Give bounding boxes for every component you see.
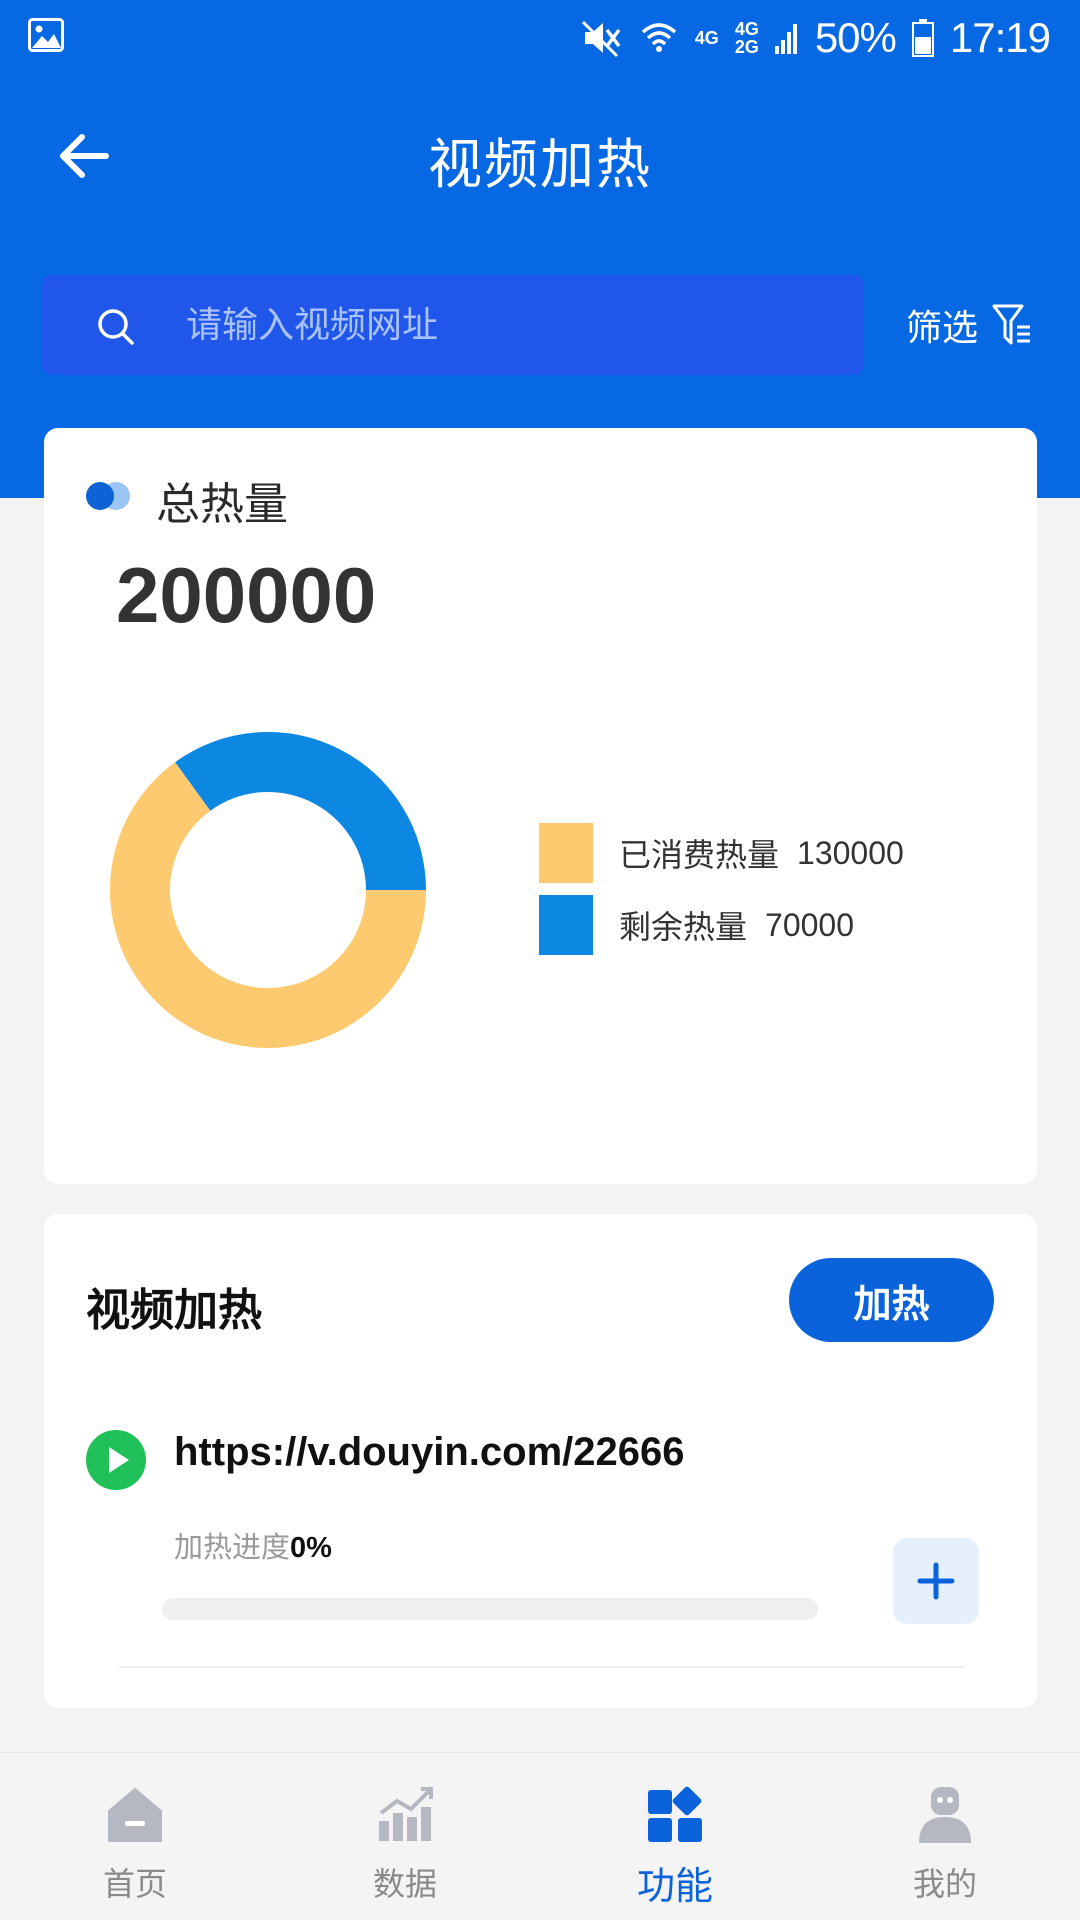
nav-label: 首页	[102, 1865, 167, 1903]
heat-button[interactable]: 加热	[789, 1258, 994, 1342]
heat-donut-chart	[110, 732, 426, 1048]
signal-bars-icon	[774, 18, 799, 58]
home-icon	[108, 1788, 162, 1842]
plus-icon	[917, 1562, 955, 1600]
signal-icon: 4G 2G	[734, 19, 759, 57]
chart-icon	[379, 1787, 433, 1841]
filter-button[interactable]: 筛选	[906, 295, 1032, 355]
legend-value: 130000	[797, 834, 904, 871]
progress-label-text: 加热进度	[174, 1530, 291, 1564]
nav-item-mine[interactable]: 我的	[810, 1753, 1080, 1920]
network-4g-icon: 4G	[694, 28, 719, 48]
nav-item-home[interactable]: 首页	[0, 1753, 270, 1920]
wifi-icon	[639, 18, 679, 58]
legend-item-remaining: 剩余热量 70000	[539, 895, 904, 955]
mute-icon	[579, 18, 623, 58]
status-bar: 4G 4G 2G 50% 17:19	[0, 0, 1080, 76]
divider	[118, 1666, 964, 1668]
video-url[interactable]: https://v.douyin.com/22666	[174, 1430, 685, 1475]
filter-label: 筛选	[906, 308, 979, 349]
search-icon	[98, 309, 134, 345]
battery-percent: 50%	[814, 14, 897, 61]
legend-swatch-consumed	[539, 823, 593, 883]
page-title: 视频加热	[428, 133, 652, 196]
progress-label: 加热进度0%	[174, 1524, 332, 1566]
section-dots-icon	[86, 480, 140, 510]
chart-legend: 已消费热量 130000 剩余热量 70000	[539, 823, 904, 967]
progress-percent: 0%	[290, 1532, 332, 1564]
filter-icon	[992, 304, 1031, 345]
nav-label: 功能	[636, 1864, 713, 1908]
section-title: 视频加热	[86, 1285, 262, 1336]
donut-slice-1	[175, 732, 426, 890]
legend-item-consumed: 已消费热量 130000	[539, 823, 904, 883]
clock: 17:19	[949, 14, 1051, 61]
search-bar[interactable]	[42, 275, 864, 375]
video-heat-card: 视频加热 加热 https://v.douyin.com/22666 加热进度0…	[44, 1214, 1037, 1708]
total-heat-card: 总热量 200000 已消费热量 130000 剩余热量 70000	[44, 428, 1037, 1184]
function-icon	[648, 1786, 702, 1842]
nav-item-data[interactable]: 数据	[270, 1753, 540, 1920]
legend-label: 已消费热量	[619, 836, 780, 874]
battery-icon	[911, 18, 934, 58]
add-heat-button[interactable]	[893, 1538, 979, 1624]
total-heat-label: 总热量	[156, 479, 288, 530]
total-heat-value: 200000	[116, 551, 377, 639]
bottom-nav: 首页 数据 功能 我的	[0, 1752, 1080, 1920]
user-icon	[919, 1787, 971, 1843]
legend-swatch-remaining	[539, 895, 593, 955]
nav-label: 数据	[372, 1865, 437, 1903]
legend-label: 剩余热量	[619, 908, 748, 946]
nav-item-function[interactable]: 功能	[540, 1753, 810, 1920]
nav-label: 我的	[912, 1865, 977, 1903]
play-icon[interactable]	[86, 1430, 146, 1490]
search-input[interactable]	[186, 295, 826, 355]
legend-value: 70000	[765, 906, 854, 943]
progress-bar	[162, 1598, 818, 1620]
gallery-icon	[28, 18, 64, 52]
